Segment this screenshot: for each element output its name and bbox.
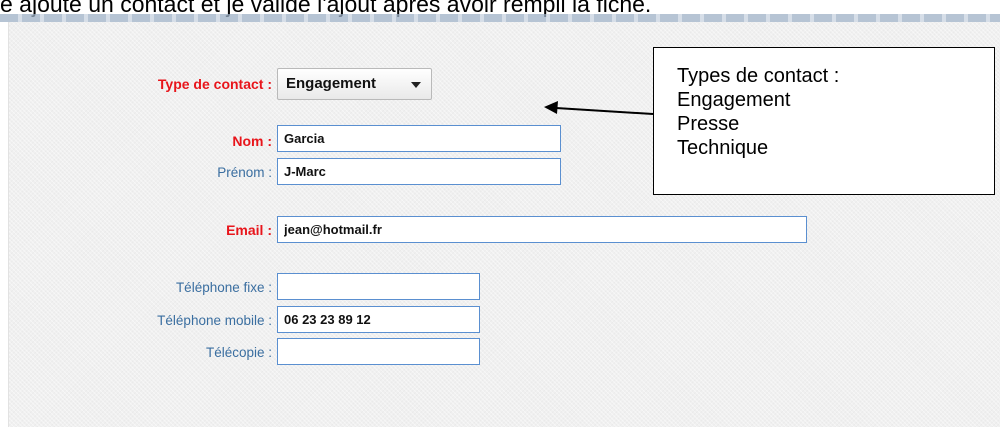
callout-item: Technique — [677, 137, 769, 159]
email-label: Email : — [226, 222, 272, 238]
email-input[interactable] — [277, 216, 807, 243]
nom-input[interactable] — [277, 125, 561, 152]
header-strip — [0, 14, 1000, 22]
prenom-label: Prénom : — [217, 165, 272, 180]
telecopie-input[interactable] — [277, 338, 480, 365]
telephone-mobile-label: Téléphone mobile : — [157, 313, 272, 328]
callout-item: Engagement — [677, 89, 791, 111]
contact-types-callout: Types de contact : Engagement Presse Tec… — [653, 47, 995, 195]
callout-title: Types de contact : — [677, 65, 840, 87]
contact-type-label: Type de contact : — [157, 76, 272, 92]
telecopie-label: Télécopie : — [205, 345, 272, 360]
contact-type-value: Engagement — [286, 75, 377, 92]
telephone-fixe-label: Téléphone fixe : — [175, 280, 272, 295]
telephone-mobile-input[interactable] — [277, 306, 480, 333]
prenom-input[interactable] — [277, 158, 561, 185]
callout-item: Presse — [677, 113, 740, 135]
chevron-down-icon[interactable] — [411, 82, 421, 88]
nom-label: Nom : — [232, 133, 272, 149]
telephone-fixe-input[interactable] — [277, 273, 480, 300]
contact-type-select[interactable]: Engagement — [277, 68, 432, 100]
